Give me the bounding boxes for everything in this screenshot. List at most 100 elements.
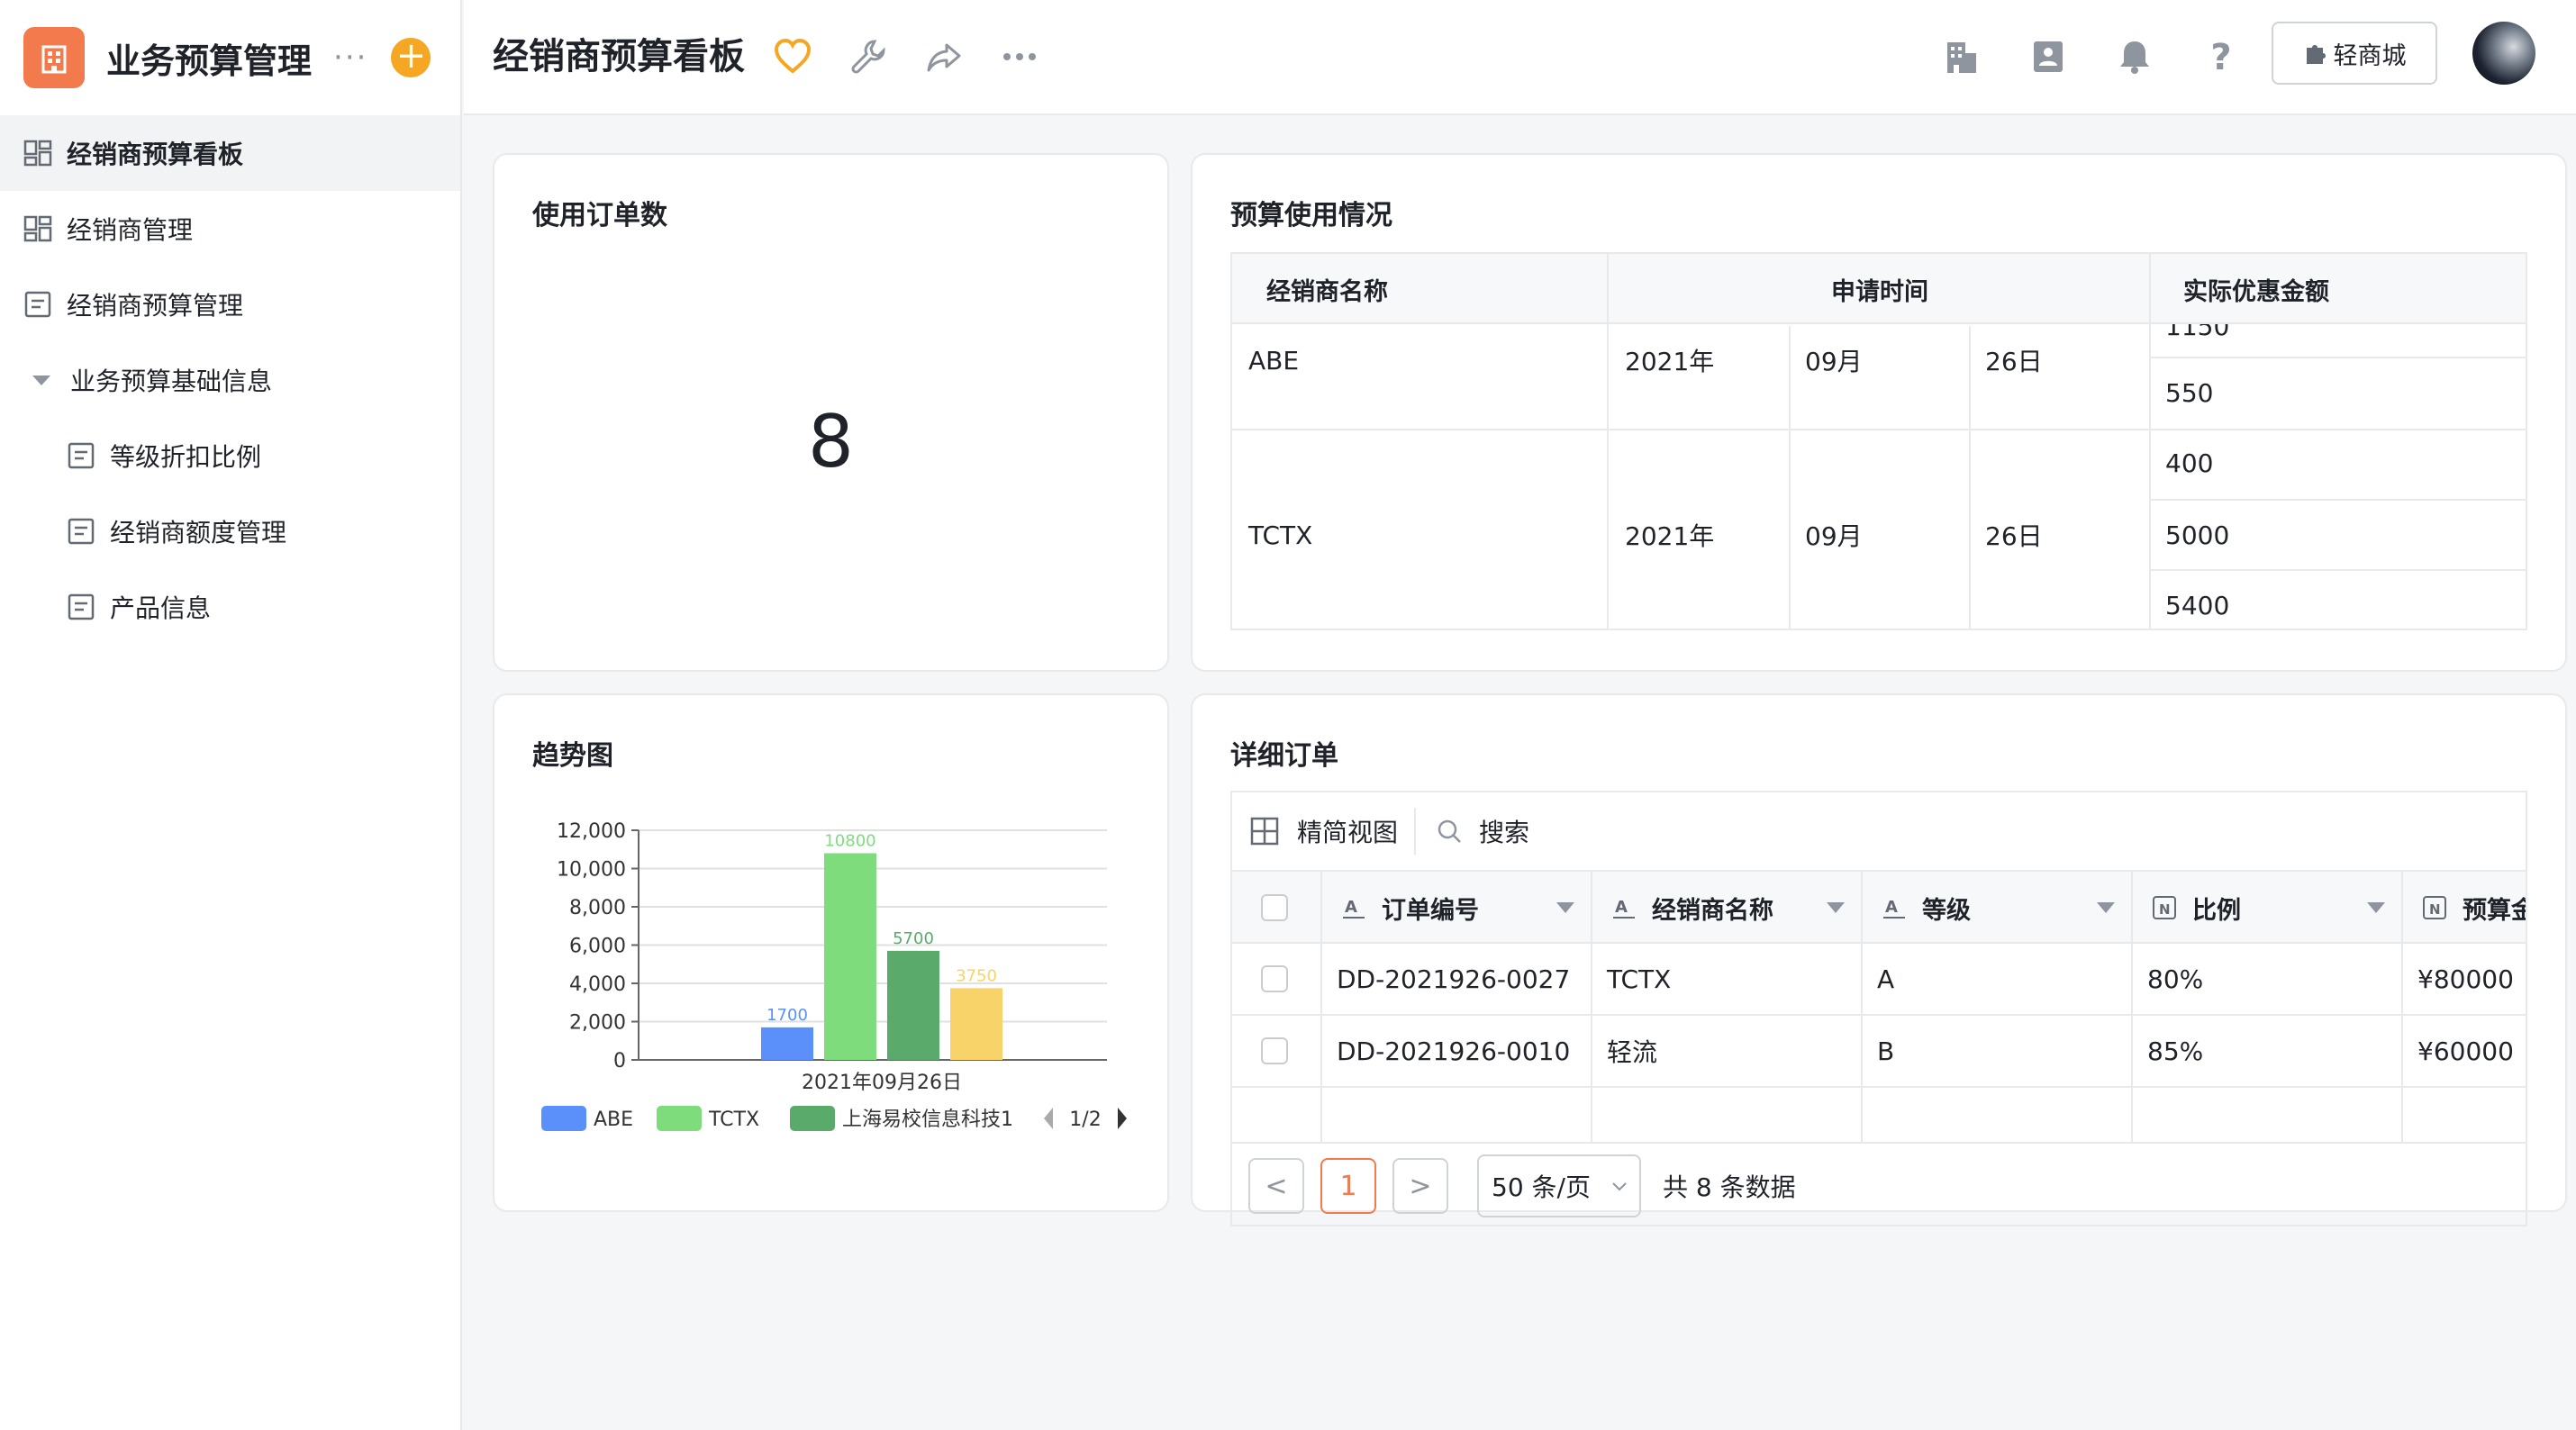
- order-count-title: 使用订单数: [532, 200, 667, 231]
- search-button[interactable]: 搜索: [1436, 813, 1529, 849]
- amount-cell: 5000: [2165, 520, 2230, 550]
- chevron-down-icon: [1612, 1182, 1627, 1191]
- month-cell: 09月: [1805, 347, 1863, 376]
- dropdown-arrow-icon[interactable]: [1827, 902, 1845, 913]
- prev-page-button[interactable]: <: [1248, 1158, 1304, 1214]
- select-all-checkbox[interactable]: [1261, 872, 1288, 944]
- year-cell: 2021年: [1625, 347, 1715, 376]
- y-tick-label: 2,000: [569, 1012, 626, 1035]
- help-icon[interactable]: ?: [2199, 34, 2244, 79]
- total-count: 共 8 条数据: [1663, 1172, 1796, 1202]
- legend-prev-icon[interactable]: [1044, 1108, 1053, 1129]
- building-icon[interactable]: [1939, 34, 1984, 79]
- top-bar: 经销商预算看板 ? 轻商城: [464, 0, 2576, 115]
- svg-text:A: A: [1345, 898, 1357, 917]
- wrench-icon[interactable]: [846, 34, 891, 79]
- sidebar-item-label: 等级折扣比例: [110, 442, 262, 472]
- legend-next-icon[interactable]: [1118, 1108, 1127, 1129]
- bar-value-label: 1700: [766, 1006, 808, 1025]
- row-checkbox[interactable]: [1261, 1016, 1288, 1086]
- column-header-ratio[interactable]: N 比例: [2151, 872, 2394, 944]
- legend-swatch[interactable]: [541, 1106, 586, 1131]
- bell-icon[interactable]: [2112, 34, 2157, 79]
- month-cell: 09月: [1805, 521, 1863, 551]
- dealer-name-cell: TCTX: [1248, 520, 1313, 550]
- ratio-cell: 85%: [2147, 1036, 2204, 1066]
- avatar[interactable]: [2472, 22, 2535, 85]
- contacts-icon[interactable]: [2026, 34, 2071, 79]
- order-id-cell[interactable]: DD-2021926-0027: [1337, 944, 1570, 1014]
- y-tick-label: 12,000: [557, 820, 626, 843]
- sidebar-item-dealer-management[interactable]: 经销商管理: [0, 191, 460, 267]
- row-divider: [2151, 499, 2526, 501]
- page-size-label: 50 条/页: [1492, 1172, 1591, 1202]
- sidebar-item-dealer-quota[interactable]: 经销商额度管理: [0, 493, 460, 569]
- legend-label[interactable]: ABE: [594, 1109, 633, 1131]
- view-switch-button[interactable]: 精简视图: [1250, 813, 1398, 849]
- more-icon[interactable]: ···: [333, 40, 367, 76]
- search-icon: [1438, 819, 1461, 843]
- level-cell: A: [1877, 964, 1895, 994]
- dropdown-arrow-icon[interactable]: [2097, 902, 2115, 913]
- page-size-select[interactable]: 50 条/页: [1477, 1154, 1641, 1217]
- bar[interactable]: [887, 950, 939, 1060]
- dealer-name-cell: ABE: [1248, 345, 1300, 376]
- current-page-button[interactable]: 1: [1320, 1158, 1376, 1214]
- toolbar-divider: [1414, 808, 1417, 855]
- day-cell: 26日: [1985, 521, 2043, 551]
- row-divider: [1232, 1086, 2526, 1088]
- dropdown-arrow-icon[interactable]: [1556, 902, 1574, 913]
- column-header-order-id[interactable]: A 订单编号: [1340, 872, 1583, 944]
- column-header-level[interactable]: A 等级: [1881, 872, 2124, 944]
- dropdown-arrow-icon[interactable]: [2367, 902, 2385, 913]
- mall-button[interactable]: 轻商城: [2272, 22, 2437, 85]
- text-field-icon: A: [1343, 898, 1365, 919]
- pagination: < 1 > 50 条/页 共 8 条数据: [1232, 1142, 2526, 1225]
- amount-cell: 5400: [2165, 590, 2230, 620]
- column-divider: [1861, 872, 1863, 1142]
- next-page-button[interactable]: >: [1392, 1158, 1448, 1214]
- column-header-amount: 实际优惠金额: [2183, 277, 2329, 306]
- column-header-budget[interactable]: N 预算金: [2421, 872, 2526, 944]
- legend-swatch[interactable]: [657, 1106, 702, 1131]
- y-tick-label: 0: [613, 1050, 626, 1072]
- column-divider: [2401, 872, 2403, 1142]
- number-field-icon: N: [2423, 896, 2446, 919]
- legend-label[interactable]: TCTX: [708, 1109, 759, 1131]
- sidebar-item-dealer-budget-management[interactable]: 经销商预算管理: [0, 267, 460, 342]
- mall-button-label: 轻商城: [2333, 41, 2407, 70]
- legend-swatch[interactable]: [790, 1106, 835, 1131]
- sidebar-header: 业务预算管理 ··· +: [0, 0, 460, 115]
- column-header-dealer: 经销商名称: [1266, 277, 1388, 306]
- sidebar-item-level-discount[interactable]: 等级折扣比例: [0, 418, 460, 493]
- row-checkbox[interactable]: [1261, 944, 1288, 1014]
- heart-icon[interactable]: [770, 34, 815, 79]
- sidebar-item-label: 产品信息: [110, 593, 212, 623]
- more-horizontal-icon[interactable]: [997, 34, 1042, 79]
- order-id-cell[interactable]: DD-2021926-0010: [1337, 1016, 1570, 1086]
- app-logo-icon[interactable]: [23, 27, 85, 88]
- sidebar-item-product-info[interactable]: 产品信息: [0, 569, 460, 645]
- row-divider: [1232, 429, 2526, 430]
- column-header-label: 经销商名称: [1652, 896, 1773, 925]
- dealer-cell: 轻流: [1607, 1037, 1658, 1067]
- bar[interactable]: [824, 853, 876, 1061]
- form-icon: [65, 515, 97, 548]
- day-cell: 26日: [1985, 347, 2043, 376]
- caret-down-icon: [25, 364, 58, 396]
- text-field-icon: A: [1613, 898, 1635, 919]
- sidebar-item-dealer-budget-board[interactable]: 经销商预算看板: [0, 115, 460, 191]
- column-header-dealer[interactable]: A 经销商名称: [1610, 872, 1854, 944]
- bar[interactable]: [950, 988, 1002, 1060]
- add-icon[interactable]: +: [391, 38, 431, 77]
- row-divider: [2151, 569, 2526, 571]
- bar-value-label: 3750: [956, 966, 997, 985]
- bar-value-label: 5700: [893, 929, 934, 948]
- legend-label[interactable]: 上海易校信息科技1: [842, 1109, 1013, 1131]
- bar[interactable]: [761, 1027, 813, 1060]
- view-switch-label: 精简视图: [1297, 818, 1399, 847]
- order-count-value: 8: [808, 400, 854, 484]
- share-icon[interactable]: [921, 34, 966, 79]
- form-icon: [65, 591, 97, 623]
- sidebar-group-budget-basics[interactable]: 业务预算基础信息: [0, 342, 460, 418]
